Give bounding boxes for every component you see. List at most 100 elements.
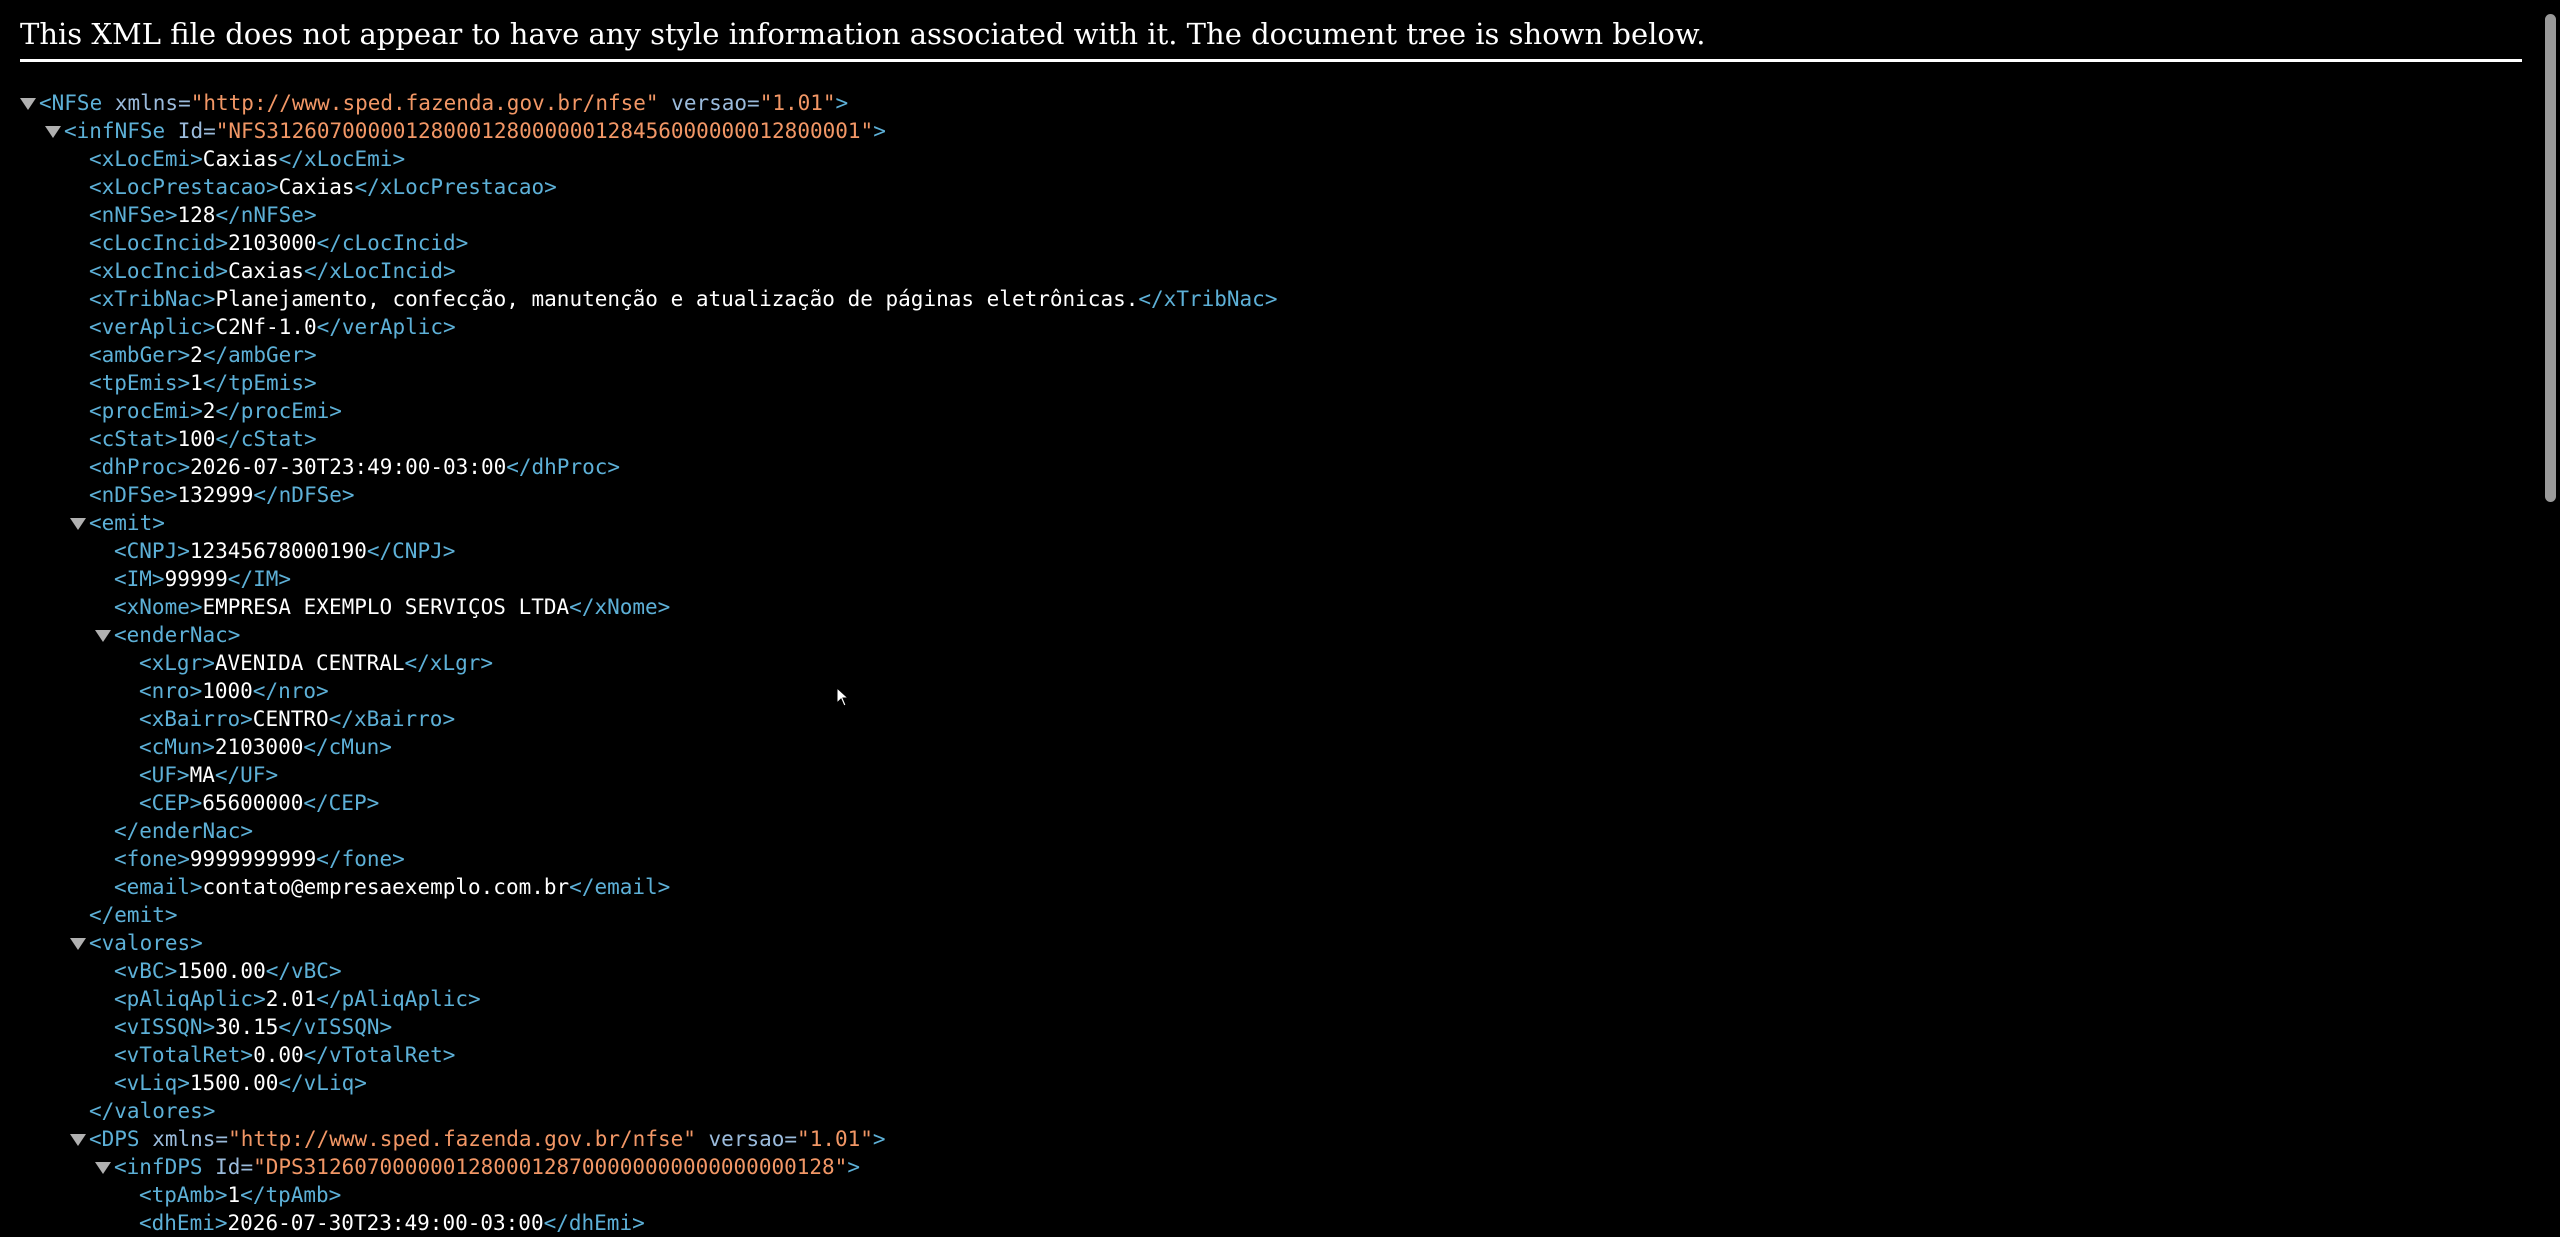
xml-text-value: Planejamento, confecção, manutenção e at… bbox=[215, 287, 1139, 311]
xml-attribute-name: Id= bbox=[202, 1155, 254, 1179]
xml-tree-line: <procEmi>2</procEmi> bbox=[20, 397, 2530, 425]
xml-tag: <infNFSe bbox=[64, 119, 166, 143]
scrollbar-thumb[interactable] bbox=[2545, 14, 2556, 502]
collapse-toggle-icon[interactable] bbox=[70, 929, 89, 957]
xml-tree-line: <DPS xmlns="http://www.sped.fazenda.gov.… bbox=[20, 1125, 2530, 1153]
xml-tag: </nro> bbox=[252, 679, 329, 703]
xml-tag: <emit> bbox=[89, 511, 165, 535]
xml-text-value: 2026-07-30T23:49:00-03:00 bbox=[190, 455, 507, 479]
xml-tag: <vISSQN> bbox=[114, 1015, 216, 1039]
xml-tag: </xLgr> bbox=[404, 651, 494, 675]
vertical-scrollbar[interactable] bbox=[2541, 0, 2560, 1229]
xml-attribute-value: "DPS312607000000128000128700000000000000… bbox=[253, 1155, 848, 1179]
xml-tree-line: <xTribNac>Planejamento, confecção, manut… bbox=[20, 285, 2530, 313]
xml-text-value: Caxias bbox=[278, 175, 355, 199]
xml-tag: </dhEmi> bbox=[543, 1211, 645, 1235]
xml-tag: <IM> bbox=[114, 567, 165, 591]
xml-text-value: 100 bbox=[177, 427, 216, 451]
xml-text-value: 128 bbox=[177, 203, 216, 227]
xml-text-value: Caxias bbox=[228, 259, 304, 283]
style-notice-bar: This XML file does not appear to have an… bbox=[20, 0, 2522, 62]
xml-tag: </ambGer> bbox=[202, 343, 317, 367]
xml-text-value: contato@empresaexemplo.com.br bbox=[202, 875, 570, 899]
xml-tag: </cStat> bbox=[215, 427, 317, 451]
xml-tag: <cMun> bbox=[139, 735, 215, 759]
xml-tag: <pAliqAplic> bbox=[114, 987, 266, 1011]
xml-tree-line: <nDFSe>132999</nDFSe> bbox=[20, 481, 2530, 509]
xml-tag: </xTribNac> bbox=[1138, 287, 1278, 311]
xml-tag: <fone> bbox=[114, 847, 190, 871]
xml-tree-line: <dhProc>2026-07-30T23:49:00-03:00</dhPro… bbox=[20, 453, 2530, 481]
xml-tag: <xLocPrestacao> bbox=[89, 175, 279, 199]
xml-tree-line: <xNome>EMPRESA EXEMPLO SERVIÇOS LTDA</xN… bbox=[20, 593, 2530, 621]
xml-text-value: AVENIDA CENTRAL bbox=[214, 651, 405, 675]
xml-tag: </cMun> bbox=[303, 735, 392, 759]
xml-tag: </tpAmb> bbox=[240, 1183, 342, 1207]
xml-tree-line: <verAplic>C2Nf-1.0</verAplic> bbox=[20, 313, 2530, 341]
collapse-toggle-icon[interactable] bbox=[95, 621, 114, 649]
xml-tree-line: <fone>9999999999</fone> bbox=[20, 845, 2530, 873]
xml-tag: </IM> bbox=[227, 567, 292, 591]
collapse-toggle-icon[interactable] bbox=[20, 89, 39, 117]
xml-text-value: 2.01 bbox=[265, 987, 317, 1011]
xml-tree-line: <valores> bbox=[20, 929, 2530, 957]
xml-tree-line: <emit> bbox=[20, 509, 2530, 537]
xml-tag: </vTotalRet> bbox=[303, 1043, 456, 1067]
xml-tag: > bbox=[873, 119, 886, 143]
xml-attribute-name: Id= bbox=[165, 119, 216, 143]
xml-tree-line: <nNFSe>128</nNFSe> bbox=[20, 201, 2530, 229]
xml-attribute-name: xmlns= bbox=[139, 1127, 229, 1151]
xml-tree-line: <xLgr>AVENIDA CENTRAL</xLgr> bbox=[20, 649, 2530, 677]
xml-tag: </enderNac> bbox=[114, 819, 254, 843]
xml-tree-line: </valores> bbox=[20, 1097, 2530, 1125]
xml-text-value: 2 bbox=[202, 399, 216, 423]
xml-tree-line: <vBC>1500.00</vBC> bbox=[20, 957, 2530, 985]
xml-tree-line: <xLocPrestacao>Caxias</xLocPrestacao> bbox=[20, 173, 2530, 201]
xml-tag: </tpEmis> bbox=[202, 371, 317, 395]
xml-attribute-value: "http://www.sped.fazenda.gov.br/nfse" bbox=[190, 91, 659, 115]
xml-tag: <vTotalRet> bbox=[114, 1043, 254, 1067]
xml-tree-line: <cMun>2103000</cMun> bbox=[20, 733, 2530, 761]
xml-tree-line: <dhEmi>2026-07-30T23:49:00-03:00</dhEmi> bbox=[20, 1209, 2530, 1237]
xml-tag: <valores> bbox=[89, 931, 203, 955]
xml-attribute-value: "NFS312607000001280001280000001284560000… bbox=[215, 119, 874, 143]
collapse-toggle-icon[interactable] bbox=[70, 1125, 89, 1153]
xml-tree-line: <tpEmis>1</tpEmis> bbox=[20, 369, 2530, 397]
xml-tree-line: <IM>99999</IM> bbox=[20, 565, 2530, 593]
xml-tag: </xLocPrestacao> bbox=[354, 175, 557, 199]
collapse-toggle-icon[interactable] bbox=[95, 1153, 114, 1181]
xml-tag: <nDFSe> bbox=[89, 483, 178, 507]
xml-tag: <nro> bbox=[139, 679, 203, 703]
mouse-pointer-icon bbox=[836, 687, 850, 707]
xml-attribute-value: "http://www.sped.fazenda.gov.br/nfse" bbox=[228, 1127, 696, 1151]
xml-tree-line: <infNFSe Id="NFS312607000001280001280000… bbox=[20, 117, 2530, 145]
xml-tag: </UF> bbox=[214, 763, 279, 787]
collapse-toggle-icon[interactable] bbox=[70, 509, 89, 537]
xml-tag: <vBC> bbox=[114, 959, 178, 983]
xml-tag: <xLgr> bbox=[139, 651, 215, 675]
xml-tree-line: <tpAmb>1</tpAmb> bbox=[20, 1181, 2530, 1209]
xml-tag: </nNFSe> bbox=[215, 203, 317, 227]
xml-text-value: 12345678000190 bbox=[189, 539, 367, 563]
xml-tag: </xLocIncid> bbox=[303, 259, 456, 283]
xml-text-value: 1 bbox=[227, 1183, 241, 1207]
xml-text-value: 2103000 bbox=[228, 231, 317, 255]
xml-tag: <tpEmis> bbox=[89, 371, 191, 395]
xml-text-value: Caxias bbox=[202, 147, 279, 171]
xml-text-value: 1500.00 bbox=[189, 1071, 279, 1095]
xml-tree-line: <CNPJ>12345678000190</CNPJ> bbox=[20, 537, 2530, 565]
xml-tag: <cLocIncid> bbox=[89, 231, 229, 255]
style-notice-text: This XML file does not appear to have an… bbox=[20, 17, 1706, 51]
xml-tree-line: <enderNac> bbox=[20, 621, 2530, 649]
xml-tag: </CNPJ> bbox=[366, 539, 456, 563]
collapse-toggle-icon[interactable] bbox=[45, 117, 64, 145]
xml-attribute-name: xmlns= bbox=[102, 91, 191, 115]
xml-tag: </valores> bbox=[89, 1099, 216, 1123]
xml-tag: <dhEmi> bbox=[139, 1211, 228, 1235]
xml-text-value: 2026-07-30T23:49:00-03:00 bbox=[227, 1211, 544, 1235]
xml-tree-line: </emit> bbox=[20, 901, 2530, 929]
xml-tag: <infDPS bbox=[114, 1155, 203, 1179]
xml-tag: <UF> bbox=[139, 763, 190, 787]
xml-text-value: 1 bbox=[190, 371, 203, 395]
xml-tag: <xNome> bbox=[114, 595, 203, 619]
